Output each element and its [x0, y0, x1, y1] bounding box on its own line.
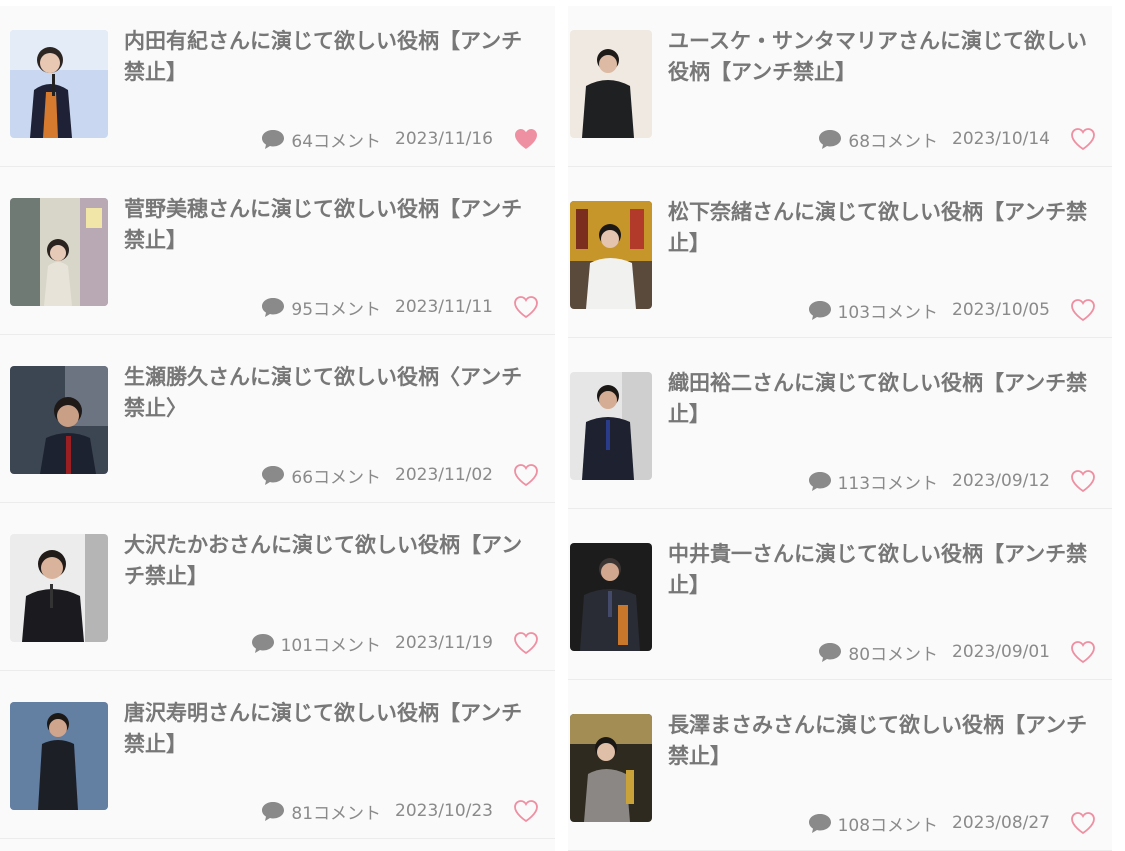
comment-icon — [819, 130, 842, 149]
comment-icon — [808, 814, 831, 833]
post-date: 2023/11/02 — [395, 465, 493, 485]
left-column: 内田有紀さんに演じて欲しい役柄【アンチ禁止】 64コメント 2023/11/16… — [0, 6, 555, 851]
comment-icon — [262, 298, 285, 317]
article-meta: 64コメント 2023/11/16 — [261, 124, 539, 154]
comment-count: 80コメント — [848, 644, 939, 665]
heart-filled-icon[interactable] — [513, 127, 539, 151]
post-date: 2023/09/12 — [952, 471, 1050, 491]
article-title[interactable]: 大沢たかおさんに演じて欲しい役柄【アンチ禁止】 — [124, 530, 537, 592]
heart-outline-icon[interactable] — [1070, 640, 1096, 664]
thumbnail-photo[interactable] — [570, 714, 652, 822]
article-card[interactable]: 生瀬勝久さんに演じて欲しい役柄〈アンチ禁止〉 66コメント 2023/11/02 — [0, 342, 555, 503]
article-meta: 101コメント 2023/11/19 — [251, 628, 539, 658]
comment-count: 64コメント — [291, 131, 382, 152]
thumbnail-photo[interactable] — [10, 198, 108, 306]
heart-outline-icon[interactable] — [1070, 127, 1096, 151]
heart-outline-icon[interactable] — [513, 631, 539, 655]
article-title[interactable]: 菅野美穂さんに演じて欲しい役柄【アンチ禁止】 — [124, 194, 537, 256]
right-column: ユースケ・サンタマリアさんに演じて欲しい役柄【アンチ禁止】 68コメント 202… — [568, 6, 1112, 851]
article-card[interactable]: 唐沢寿明さんに演じて欲しい役柄【アンチ禁止】 81コメント 2023/10/23 — [0, 678, 555, 839]
post-date: 2023/11/19 — [395, 633, 493, 653]
article-meta: 68コメント 2023/10/14 — [818, 124, 1096, 154]
article-card[interactable]: ユースケ・サンタマリアさんに演じて欲しい役柄【アンチ禁止】 68コメント 202… — [568, 6, 1112, 167]
article-title[interactable]: ユースケ・サンタマリアさんに演じて欲しい役柄【アンチ禁止】 — [668, 26, 1090, 88]
article-title[interactable]: 長澤まさみさんに演じて欲しい役柄【アンチ禁止】 — [668, 710, 1090, 772]
heart-outline-icon[interactable] — [1070, 298, 1096, 322]
thumbnail-photo[interactable] — [10, 702, 108, 810]
article-card[interactable]: 松下奈緒さんに演じて欲しい役柄【アンチ禁止】 103コメント 2023/10/0… — [568, 177, 1112, 338]
comment-count: 113コメント — [837, 473, 939, 494]
article-card[interactable]: 中井貴一さんに演じて欲しい役柄【アンチ禁止】 80コメント 2023/09/01 — [568, 519, 1112, 680]
article-card[interactable]: 大沢たかおさんに演じて欲しい役柄【アンチ禁止】 101コメント 2023/11/… — [0, 510, 555, 671]
comment-count: 101コメント — [280, 635, 382, 656]
comment-icon — [808, 301, 831, 320]
article-card[interactable]: 内田有紀さんに演じて欲しい役柄【アンチ禁止】 64コメント 2023/11/16 — [0, 6, 555, 167]
comment-icon — [251, 634, 274, 653]
article-card[interactable]: 菅野美穂さんに演じて欲しい役柄【アンチ禁止】 95コメント 2023/11/11 — [0, 174, 555, 335]
heart-outline-icon[interactable] — [513, 295, 539, 319]
thumbnail-photo[interactable] — [570, 201, 652, 309]
article-title[interactable]: 生瀬勝久さんに演じて欲しい役柄〈アンチ禁止〉 — [124, 362, 537, 424]
article-title[interactable]: 松下奈緒さんに演じて欲しい役柄【アンチ禁止】 — [668, 197, 1090, 259]
post-date: 2023/10/14 — [952, 129, 1050, 149]
post-date: 2023/09/01 — [952, 642, 1050, 662]
article-meta: 95コメント 2023/11/11 — [261, 292, 539, 322]
heart-outline-icon[interactable] — [1070, 469, 1096, 493]
thumbnail-photo[interactable] — [570, 372, 652, 480]
comment-count: 103コメント — [837, 302, 939, 323]
article-title[interactable]: 内田有紀さんに演じて欲しい役柄【アンチ禁止】 — [124, 26, 537, 88]
heart-outline-icon[interactable] — [513, 463, 539, 487]
article-meta: 103コメント 2023/10/05 — [808, 295, 1096, 325]
post-date: 2023/11/16 — [395, 129, 493, 149]
post-date: 2023/11/11 — [395, 297, 493, 317]
heart-outline-icon[interactable] — [1070, 811, 1096, 835]
comment-icon — [262, 130, 285, 149]
article-meta: 80コメント 2023/09/01 — [818, 637, 1096, 667]
article-meta: 81コメント 2023/10/23 — [261, 796, 539, 826]
article-card[interactable]: 長澤まさみさんに演じて欲しい役柄【アンチ禁止】 108コメント 2023/08/… — [568, 690, 1112, 851]
post-date: 2023/10/23 — [395, 801, 493, 821]
article-meta: 108コメント 2023/08/27 — [808, 808, 1096, 838]
comment-count: 81コメント — [291, 803, 382, 824]
comment-count: 95コメント — [291, 299, 382, 320]
thumbnail-photo[interactable] — [570, 543, 652, 651]
comment-count: 108コメント — [837, 815, 939, 836]
comment-icon — [808, 472, 831, 491]
thumbnail-photo[interactable] — [10, 30, 108, 138]
article-card[interactable]: 織田裕二さんに演じて欲しい役柄【アンチ禁止】 113コメント 2023/09/1… — [568, 348, 1112, 509]
comment-icon — [262, 466, 285, 485]
article-meta: 113コメント 2023/09/12 — [808, 466, 1096, 496]
article-title[interactable]: 唐沢寿明さんに演じて欲しい役柄【アンチ禁止】 — [124, 698, 537, 760]
thumbnail-photo[interactable] — [10, 366, 108, 474]
heart-outline-icon[interactable] — [513, 799, 539, 823]
comment-count: 68コメント — [848, 131, 939, 152]
article-title[interactable]: 織田裕二さんに演じて欲しい役柄【アンチ禁止】 — [668, 368, 1090, 430]
article-title[interactable]: 中井貴一さんに演じて欲しい役柄【アンチ禁止】 — [668, 539, 1090, 601]
article-meta: 66コメント 2023/11/02 — [261, 460, 539, 490]
thumbnail-photo[interactable] — [10, 534, 108, 642]
comment-icon — [819, 643, 842, 662]
thumbnail-photo[interactable] — [570, 30, 652, 138]
comment-count: 66コメント — [291, 467, 382, 488]
comment-icon — [262, 802, 285, 821]
post-date: 2023/08/27 — [952, 813, 1050, 833]
post-date: 2023/10/05 — [952, 300, 1050, 320]
